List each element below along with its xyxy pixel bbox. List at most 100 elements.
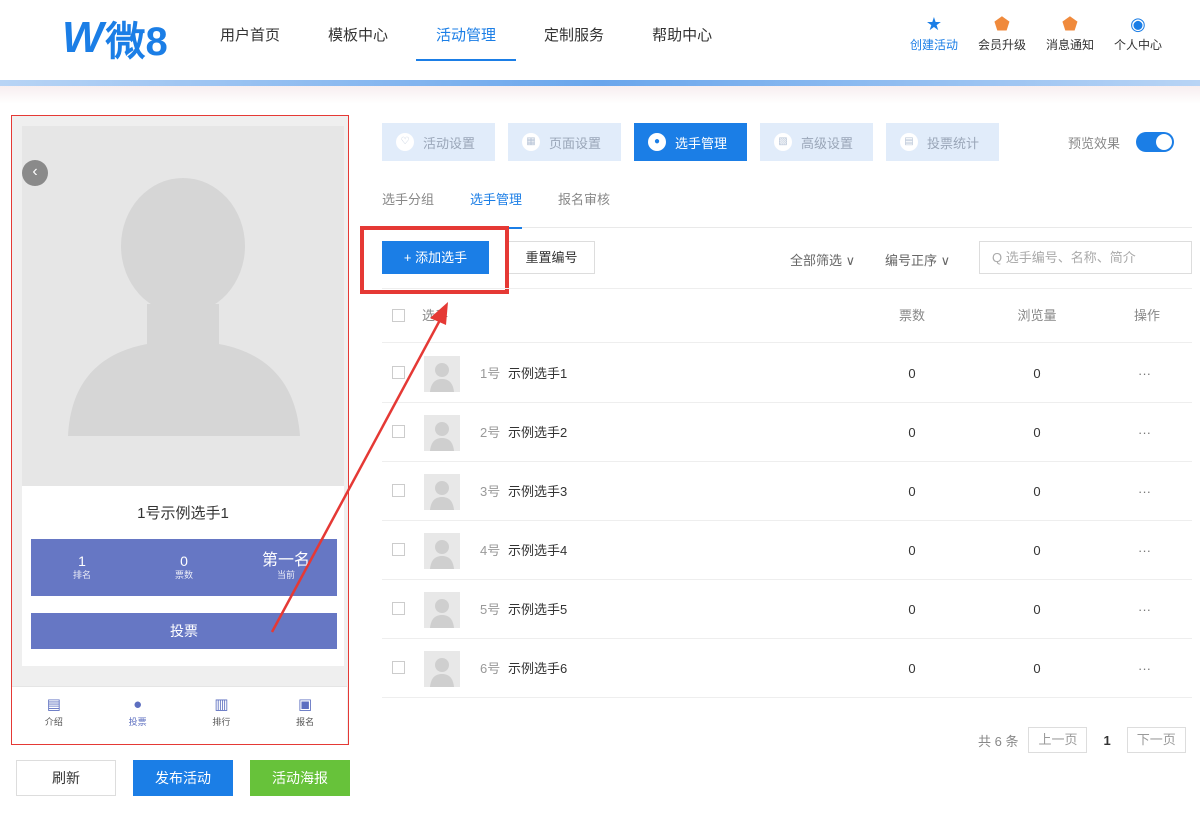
- person-icon: ●: [133, 696, 143, 713]
- publish-activity-button[interactable]: 发布活动: [133, 760, 233, 796]
- player-name: 示例选手3: [508, 484, 568, 499]
- preview-tab-vote[interactable]: ● 投票: [96, 687, 180, 744]
- step-label: 活动设置: [423, 135, 476, 151]
- player-number: 3号: [480, 484, 501, 499]
- more-actions-icon[interactable]: ···: [1138, 462, 1151, 521]
- crown-badge-icon: ⬟: [994, 14, 1010, 34]
- preview-effect-toggle[interactable]: [1136, 132, 1175, 152]
- player-number: 1号: [480, 366, 501, 381]
- reset-numbering-button[interactable]: 重置编号: [508, 241, 595, 274]
- add-player-button[interactable]: + 添加选手: [382, 241, 489, 274]
- player-card: 1号示例选手1 1 排名 0 票数 第一名 当前 投票: [22, 486, 344, 666]
- row-checkbox[interactable]: [392, 366, 405, 379]
- vote-count: 0: [908, 543, 916, 558]
- preview-effect-label: 预览效果: [1068, 135, 1121, 151]
- current-page[interactable]: 1: [1103, 733, 1110, 748]
- nav-item-custom-service[interactable]: 定制服务: [524, 0, 624, 80]
- tab-player-groups[interactable]: 选手分组: [382, 184, 434, 228]
- refresh-button[interactable]: 刷新: [16, 760, 116, 796]
- step-activity-settings[interactable]: ♡ 活动设置: [382, 123, 495, 161]
- player-number: 6号: [480, 661, 501, 676]
- notifications-button[interactable]: ⬟ 消息通知: [1036, 12, 1104, 53]
- view-count: 0: [1033, 602, 1041, 617]
- user-circle-icon: ◉: [1130, 14, 1146, 34]
- logo-mark: W: [62, 13, 103, 62]
- sort-order-dropdown[interactable]: 编号正序 ∨: [885, 250, 950, 269]
- member-upgrade-button[interactable]: ⬟ 会员升级: [968, 12, 1036, 53]
- phone-preview: ‹ 1号示例选手1 1 排名 0 票数 第一名 当前 投票 ▤ 介绍 ● 投票: [11, 115, 349, 745]
- step-advanced-settings[interactable]: ▧ 高级设置: [760, 123, 873, 161]
- avatar: [424, 592, 460, 628]
- tab-signup-review[interactable]: 报名审核: [558, 184, 610, 228]
- preview-tab-signup[interactable]: ▣ 报名: [263, 687, 347, 744]
- nav-item-activity-management[interactable]: 活动管理: [416, 0, 517, 80]
- top-bar: W 微8 用户首页 模板中心 活动管理 定制服务 帮助中心 ★ 创建活动 ⬟ 会…: [0, 0, 1200, 80]
- create-activity-button[interactable]: ★ 创建活动: [900, 12, 968, 53]
- activity-poster-button[interactable]: 活动海报: [250, 760, 350, 796]
- search-input[interactable]: Q 选手编号、名称、简介: [979, 241, 1192, 274]
- player-name: 1号示例选手1: [137, 505, 229, 522]
- next-page-button[interactable]: 下一页: [1126, 727, 1186, 753]
- sub-tabs: 选手分组 选手管理 报名审核: [382, 184, 1192, 229]
- player-name: 示例选手4: [508, 543, 568, 558]
- more-actions-icon[interactable]: ···: [1138, 403, 1151, 462]
- vote-button[interactable]: 投票: [31, 613, 337, 649]
- vote-count: 0: [908, 366, 916, 381]
- view-count: 0: [1033, 366, 1041, 381]
- step-page-settings[interactable]: ▦ 页面设置: [508, 123, 621, 161]
- step-player-management[interactable]: ● 选手管理: [634, 123, 747, 161]
- bell-badge-icon: ⬟: [1062, 14, 1078, 34]
- prev-page-button[interactable]: 上一页: [1028, 727, 1088, 753]
- player-number: 4号: [480, 543, 501, 558]
- tab-player-management[interactable]: 选手管理: [470, 184, 523, 229]
- doc-icon: ▤: [46, 696, 61, 713]
- table-row: 1号 示例选手1 0 0 ···: [382, 344, 1192, 403]
- step-label: 高级设置: [801, 135, 854, 151]
- stats-icon: ▤: [900, 133, 918, 151]
- more-actions-icon[interactable]: ···: [1138, 639, 1151, 698]
- stat-votes: 0 票数: [133, 539, 235, 596]
- player-number: 5号: [480, 602, 501, 617]
- stat-value: 0: [180, 553, 188, 569]
- stat-label: 票数: [174, 570, 193, 580]
- row-checkbox[interactable]: [392, 425, 405, 438]
- row-checkbox[interactable]: [392, 661, 405, 674]
- preview-tab-label: 介绍: [44, 717, 63, 727]
- view-count: 0: [1033, 661, 1041, 676]
- preview-tab-ranking[interactable]: ▥ 排行: [180, 687, 264, 744]
- bar-chart-icon: ▥: [214, 696, 229, 713]
- step-label: 选手管理: [675, 135, 728, 151]
- stat-label: 当前: [276, 570, 295, 580]
- create-activity-label: 创建活动: [909, 38, 958, 52]
- nav-item-templates[interactable]: 模板中心: [308, 0, 408, 80]
- preview-tab-label: 排行: [212, 717, 231, 727]
- nav-item-home[interactable]: 用户首页: [200, 0, 300, 80]
- vote-count: 0: [908, 425, 916, 440]
- personal-center-button[interactable]: ◉ 个人中心: [1104, 12, 1172, 53]
- table-row: 6号 示例选手6 0 0 ···: [382, 639, 1192, 698]
- filter-all-dropdown[interactable]: 全部筛选 ∨: [790, 250, 855, 269]
- table-row: 3号 示例选手3 0 0 ···: [382, 462, 1192, 521]
- logo[interactable]: W 微8: [62, 13, 168, 64]
- row-checkbox[interactable]: [392, 484, 405, 497]
- header-views: 浏览量: [1017, 308, 1057, 323]
- settings-steps: ♡ 活动设置 ▦ 页面设置 ● 选手管理 ▧ 高级设置 ▤ 投票统计: [382, 123, 1012, 161]
- player-name: 示例选手2: [508, 425, 568, 440]
- back-arrow-icon[interactable]: ‹: [22, 160, 48, 186]
- more-actions-icon[interactable]: ···: [1138, 580, 1151, 639]
- avatar: [424, 533, 460, 569]
- select-all-checkbox[interactable]: [392, 309, 405, 322]
- person-icon: ●: [648, 133, 666, 151]
- nav-item-help[interactable]: 帮助中心: [632, 0, 732, 80]
- row-checkbox[interactable]: [392, 602, 405, 615]
- vote-count: 0: [908, 602, 916, 617]
- preview-tab-intro[interactable]: ▤ 介绍: [12, 687, 96, 744]
- more-actions-icon[interactable]: ···: [1138, 521, 1151, 580]
- row-checkbox[interactable]: [392, 543, 405, 556]
- total-count: 共 6 条: [978, 733, 1019, 749]
- stat-value: 1: [78, 553, 86, 569]
- more-actions-icon[interactable]: ···: [1138, 344, 1151, 403]
- step-vote-statistics[interactable]: ▤ 投票统计: [886, 123, 999, 161]
- step-label: 投票统计: [927, 135, 980, 151]
- view-count: 0: [1033, 484, 1041, 499]
